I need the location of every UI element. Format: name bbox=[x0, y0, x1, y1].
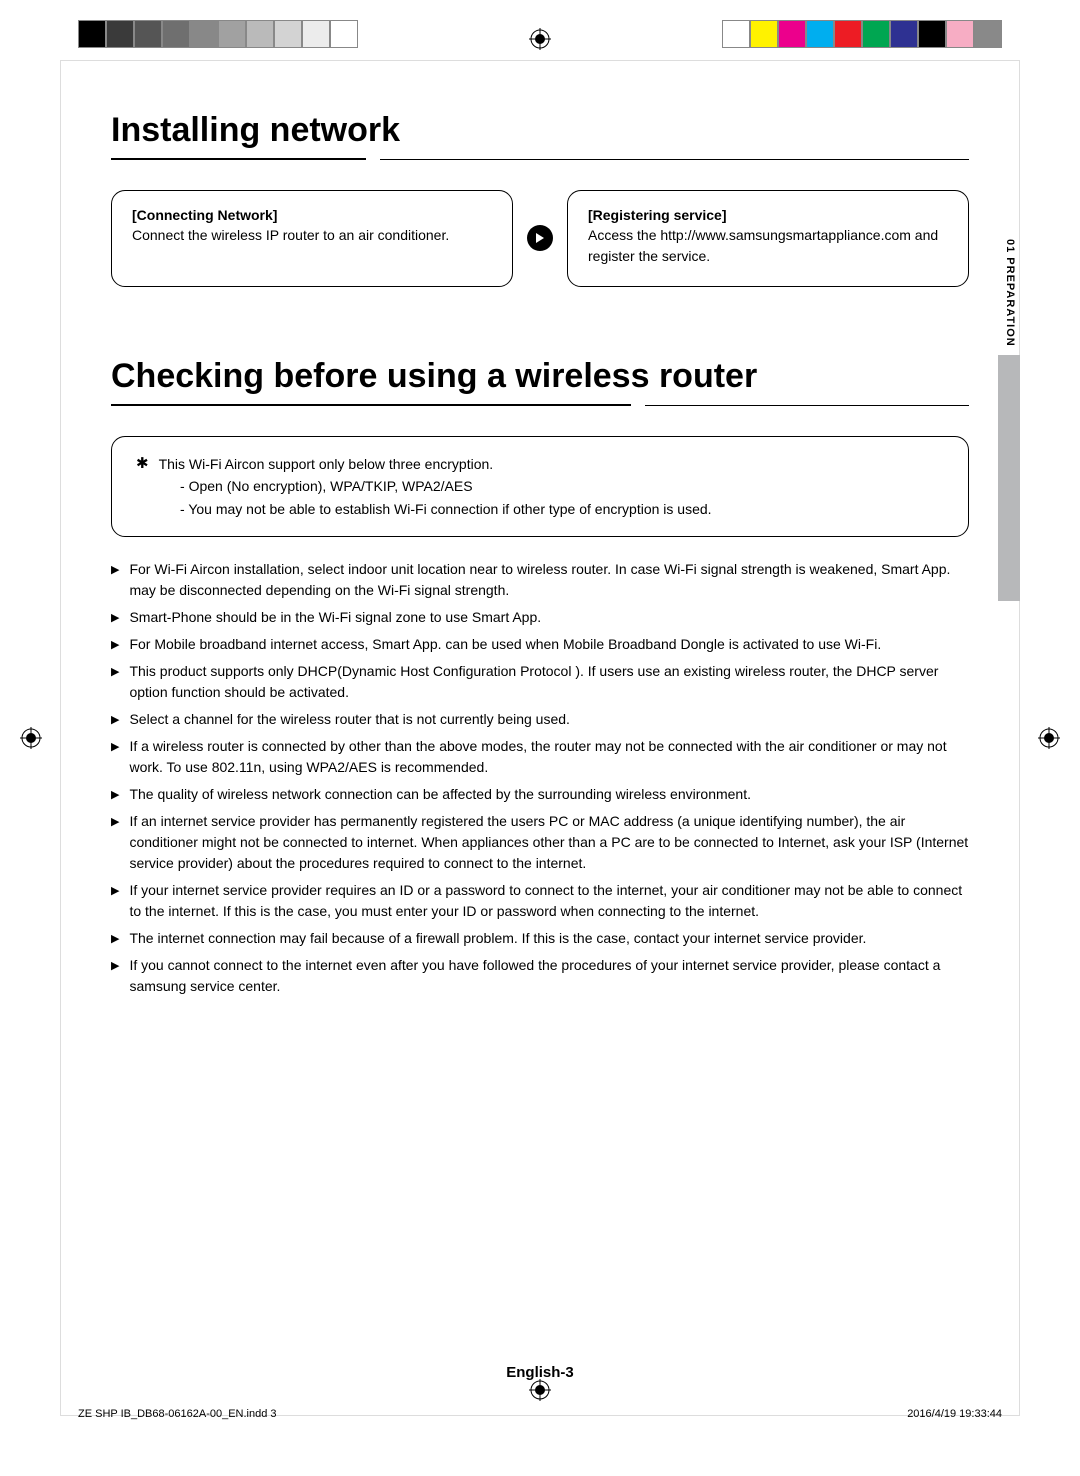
heading-rule-2 bbox=[111, 404, 969, 406]
triangle-bullet-icon: ▶ bbox=[111, 811, 119, 874]
color-swatch bbox=[974, 20, 1002, 48]
print-footer: ZE SHP IB_DB68-06162A-00_EN.indd 3 2016/… bbox=[78, 1408, 1002, 1420]
bullet-text: This product supports only DHCP(Dynamic … bbox=[129, 661, 969, 703]
bullet-text: If a wireless router is connected by oth… bbox=[129, 736, 969, 778]
step-body-left: Connect the wireless IP router to an air… bbox=[132, 227, 449, 243]
color-swatch bbox=[78, 20, 106, 48]
heading-installing-network: Installing network bbox=[111, 111, 969, 150]
color-swatch bbox=[134, 20, 162, 48]
triangle-bullet-icon: ▶ bbox=[111, 559, 119, 601]
color-swatch bbox=[190, 20, 218, 48]
note-box: ✱ This Wi-Fi Aircon support only below t… bbox=[111, 436, 969, 537]
color-swatch bbox=[778, 20, 806, 48]
step-title-right: [Registering service] bbox=[588, 207, 727, 223]
bullet-item: ▶ Smart-Phone should be in the Wi-Fi sign… bbox=[111, 607, 969, 628]
bullet-item: ▶ The internet connection may fail becaus… bbox=[111, 928, 969, 949]
step-arrow bbox=[527, 190, 553, 287]
step-row: [Connecting Network] Connect the wireles… bbox=[111, 190, 969, 287]
bullet-item: ▶ Select a channel for the wireless route… bbox=[111, 709, 969, 730]
page-frame: 01 PREPARATION Installing network [Conne… bbox=[60, 60, 1020, 1416]
registration-mark-right bbox=[1038, 727, 1060, 749]
bullet-text: Select a channel for the wireless router… bbox=[129, 709, 969, 730]
bullet-text: For Wi-Fi Aircon installation, select in… bbox=[129, 559, 969, 601]
triangle-bullet-icon: ▶ bbox=[111, 607, 119, 628]
bullet-item: ▶For Wi-Fi Aircon installation, select i… bbox=[111, 559, 969, 601]
bullet-text: The internet connection may fail because… bbox=[129, 928, 969, 949]
triangle-bullet-icon: ▶ bbox=[111, 736, 119, 778]
color-swatch bbox=[274, 20, 302, 48]
color-swatch bbox=[302, 20, 330, 48]
triangle-bullet-icon: ▶ bbox=[111, 955, 119, 997]
step-box-registering-service: [Registering service] Access the http://… bbox=[567, 190, 969, 287]
step-box-connecting-network: [Connecting Network] Connect the wireles… bbox=[111, 190, 513, 287]
arrow-right-icon bbox=[527, 225, 553, 251]
section-side-label: 01 PREPARATION bbox=[988, 231, 1020, 355]
page-number: English-3 bbox=[61, 1364, 1019, 1381]
step-body-right: Access the http://www.samsungsmartapplia… bbox=[588, 227, 938, 263]
color-swatch bbox=[246, 20, 274, 48]
bullet-text: The quality of wireless network connecti… bbox=[129, 784, 969, 805]
color-swatch bbox=[330, 20, 358, 48]
color-swatch bbox=[162, 20, 190, 48]
color-swatch bbox=[834, 20, 862, 48]
step-title-left: [Connecting Network] bbox=[132, 207, 277, 223]
color-swatch bbox=[918, 20, 946, 48]
bullet-text: If you cannot connect to the internet ev… bbox=[129, 955, 969, 997]
registration-mark-top bbox=[529, 28, 551, 50]
color-swatch bbox=[218, 20, 246, 48]
footer-file: ZE SHP IB_DB68-06162A-00_EN.indd 3 bbox=[78, 1408, 277, 1420]
section-side-bar bbox=[998, 355, 1020, 601]
bullet-item: ▶This product supports only DHCP(Dynamic… bbox=[111, 661, 969, 703]
note-sub-2: You may not be able to establish Wi-Fi c… bbox=[180, 498, 944, 520]
heading-checking-before: Checking before using a wireless router bbox=[111, 357, 969, 396]
color-swatch bbox=[862, 20, 890, 48]
color-swatch bbox=[890, 20, 918, 48]
note-main: This Wi-Fi Aircon support only below thr… bbox=[159, 453, 494, 475]
color-swatch bbox=[806, 20, 834, 48]
bullet-item: ▶ For Mobile broadband internet access, S… bbox=[111, 634, 969, 655]
color-swatch bbox=[106, 20, 134, 48]
bullet-text: Smart-Phone should be in the Wi-Fi signa… bbox=[129, 607, 969, 628]
triangle-bullet-icon: ▶ bbox=[111, 928, 119, 949]
bullet-list: ▶For Wi-Fi Aircon installation, select i… bbox=[111, 559, 969, 997]
bullet-item: ▶If you cannot connect to the internet e… bbox=[111, 955, 969, 997]
color-swatch bbox=[750, 20, 778, 48]
section-side-tab: 01 PREPARATION bbox=[988, 231, 1020, 601]
footer-timestamp: 2016/4/19 19:33:44 bbox=[907, 1408, 1002, 1420]
bullet-item: ▶If your internet service provider requi… bbox=[111, 880, 969, 922]
bullet-item: ▶ The quality of wireless network connect… bbox=[111, 784, 969, 805]
bullet-item: ▶If an internet service provider has per… bbox=[111, 811, 969, 874]
triangle-bullet-icon: ▶ bbox=[111, 661, 119, 703]
registration-mark-left bbox=[20, 727, 42, 749]
bullet-text: If an internet service provider has perm… bbox=[129, 811, 969, 874]
triangle-bullet-icon: ▶ bbox=[111, 880, 119, 922]
color-swatch bbox=[722, 20, 750, 48]
triangle-bullet-icon: ▶ bbox=[111, 709, 119, 730]
bullet-item: ▶If a wireless router is connected by ot… bbox=[111, 736, 969, 778]
note-sub-1: Open (No encryption), WPA/TKIP, WPA2/AES bbox=[180, 475, 944, 497]
bullet-text: For Mobile broadband internet access, Sm… bbox=[129, 634, 969, 655]
asterisk-icon: ✱ bbox=[136, 453, 149, 475]
heading-rule bbox=[111, 158, 969, 160]
bullet-text: If your internet service provider requir… bbox=[129, 880, 969, 922]
triangle-bullet-icon: ▶ bbox=[111, 634, 119, 655]
triangle-bullet-icon: ▶ bbox=[111, 784, 119, 805]
color-swatch bbox=[946, 20, 974, 48]
